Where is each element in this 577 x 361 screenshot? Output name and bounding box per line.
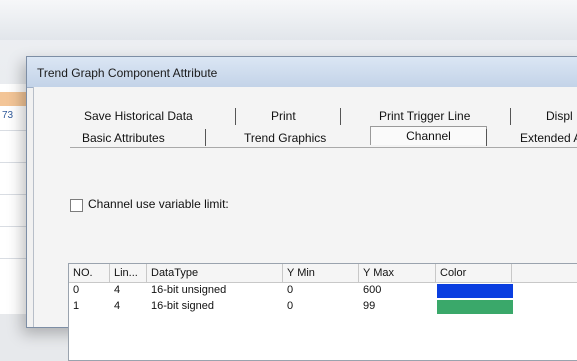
tab-print-trigger-line[interactable]: Print Trigger Line <box>379 109 470 123</box>
cell-datatype: 16-bit unsigned <box>151 284 227 296</box>
cell-line: 4 <box>114 284 121 296</box>
column-header-color[interactable]: Color <box>436 264 512 282</box>
column-header-ymax[interactable]: Y Max <box>359 264 436 282</box>
channel-table: NO. Lin... DataType Y Min Y Max Color 0 … <box>68 263 577 361</box>
cell-ymin: 0 <box>287 300 294 312</box>
cell-line: 4 <box>114 300 121 312</box>
tab-separator <box>340 108 341 125</box>
tab-display[interactable]: Displ <box>546 109 573 123</box>
column-header-datatype[interactable]: DataType <box>147 264 283 282</box>
background-row-label: 73 <box>2 110 14 121</box>
cell-ymin: 0 <box>287 284 294 296</box>
column-header-ymin[interactable]: Y Min <box>283 264 359 282</box>
channel-variable-limit-label: Channel use variable limit: <box>88 197 229 211</box>
cell-ymax: 99 <box>363 300 376 312</box>
table-row[interactable]: 0 4 16-bit unsigned 0 600 <box>69 283 577 298</box>
tab-separator <box>205 129 206 146</box>
tab-trend-graphics[interactable]: Trend Graphics <box>244 131 326 145</box>
tab-extended-attributes[interactable]: Extended A <box>520 131 577 145</box>
column-header-no[interactable]: NO. <box>69 264 110 282</box>
cell-color-swatch[interactable] <box>437 284 513 298</box>
background-toolbar <box>0 0 577 40</box>
tab-separator <box>235 108 236 125</box>
tab-basic-attributes[interactable]: Basic Attributes <box>82 131 165 145</box>
cell-no: 1 <box>73 300 80 312</box>
dialog-titlebar[interactable]: Trend Graph Component Attribute <box>27 57 577 88</box>
dialog-client-area: Save Historical Data Print Print Trigger… <box>33 87 577 361</box>
tab-strip-border <box>70 147 577 148</box>
tab-separator <box>510 108 511 125</box>
cell-datatype: 16-bit signed <box>151 300 214 312</box>
tab-channel[interactable]: Channel <box>370 126 487 145</box>
table-header-row: NO. Lin... DataType Y Min Y Max Color <box>69 264 577 283</box>
tab-separator <box>486 129 487 146</box>
tab-print[interactable]: Print <box>271 109 296 123</box>
dialog-title: Trend Graph Component Attribute <box>37 66 218 80</box>
cell-no: 0 <box>73 284 80 296</box>
column-header-line[interactable]: Lin... <box>110 264 147 282</box>
channel-variable-limit-checkbox[interactable] <box>70 199 83 212</box>
tab-save-historical-data[interactable]: Save Historical Data <box>84 109 193 123</box>
table-row[interactable]: 1 4 16-bit signed 0 99 <box>69 299 577 314</box>
cell-color-swatch[interactable] <box>437 300 513 314</box>
cell-ymax: 600 <box>363 284 382 296</box>
trend-graph-attribute-dialog: Trend Graph Component Attribute Save His… <box>26 56 577 361</box>
